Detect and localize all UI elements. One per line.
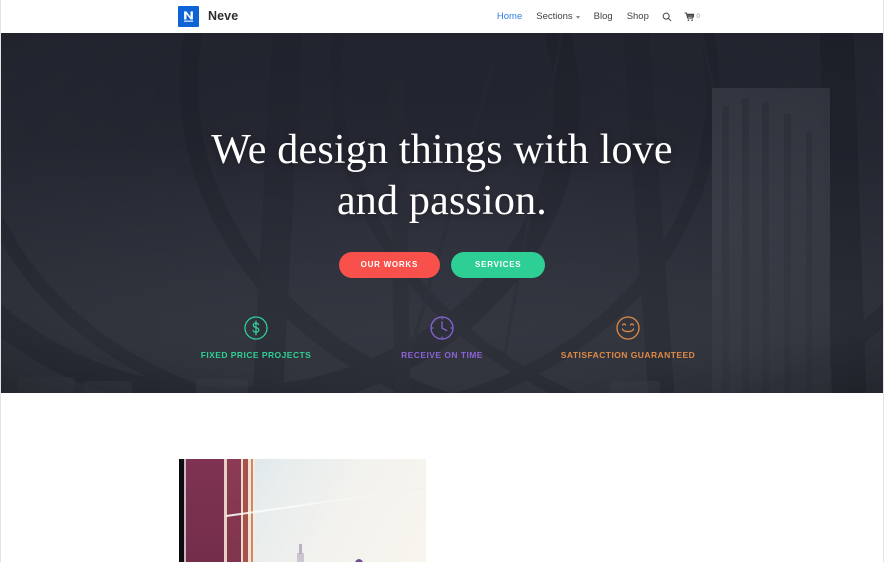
page-edge-left (0, 0, 1, 562)
services-button[interactable]: SERVICES (451, 252, 546, 279)
feature-satisfaction-label: SATISFACTION GUARANTEED (560, 350, 696, 361)
feature-fixed-price-label: FIXED PRICE PROJECTS (200, 350, 312, 361)
hero-title-line-2: and passion. (336, 178, 548, 225)
hero-cta-group: OUR WORKS SERVICES (338, 252, 546, 279)
cart-count-badge: 0 (696, 13, 700, 20)
nav-item-shop[interactable]: Shop (620, 2, 656, 32)
page-root: Neve Home Sections Blog Shop 0 We design… (0, 0, 884, 562)
smiley-circle-icon (614, 314, 642, 342)
feature-fixed-price: FIXED PRICE PROJECTS (163, 314, 349, 360)
feature-receive-on-time-label: RECEIVE ON TIME (401, 350, 483, 361)
brand-logo-link[interactable]: Neve (178, 6, 238, 27)
cart-icon[interactable]: 0 (678, 2, 706, 32)
nav-item-home-label: Home (496, 10, 523, 22)
nav-item-shop-label: Shop (626, 10, 649, 22)
search-icon[interactable] (656, 2, 678, 32)
showcase-image[interactable] (179, 459, 426, 562)
hero-section: We design things with love and passion. … (0, 33, 884, 393)
nav-item-blog[interactable]: Blog (587, 2, 620, 32)
our-works-button[interactable]: OUR WORKS (338, 252, 441, 279)
neve-logo-icon (178, 6, 199, 27)
nav-item-sections[interactable]: Sections (529, 2, 586, 32)
clock-circle-icon (428, 314, 456, 342)
showcase-tower (297, 544, 304, 562)
dollar-circle-icon (242, 314, 270, 342)
site-header: Neve Home Sections Blog Shop 0 (0, 0, 884, 33)
primary-navigation: Home Sections Blog Shop 0 (490, 2, 706, 32)
hero-title: We design things with love and passion. (211, 125, 672, 227)
nav-item-home[interactable]: Home (490, 2, 529, 32)
feature-receive-on-time: RECEIVE ON TIME (349, 314, 535, 360)
showcase-stripe-3 (186, 459, 224, 562)
brand-name: Neve (208, 9, 239, 24)
feature-satisfaction: SATISFACTION GUARANTEED (535, 314, 721, 360)
hero-title-line-1: We design things with love (211, 127, 673, 173)
chevron-down-icon (575, 15, 580, 19)
hero-features: FIXED PRICE PROJECTS RECEIVE ON TIME SAT… (0, 314, 884, 360)
showcase-stripe-5 (227, 459, 241, 562)
nav-item-blog-label: Blog (593, 10, 613, 22)
content-section: 01 (0, 393, 884, 562)
nav-item-sections-label: Sections (536, 10, 573, 22)
